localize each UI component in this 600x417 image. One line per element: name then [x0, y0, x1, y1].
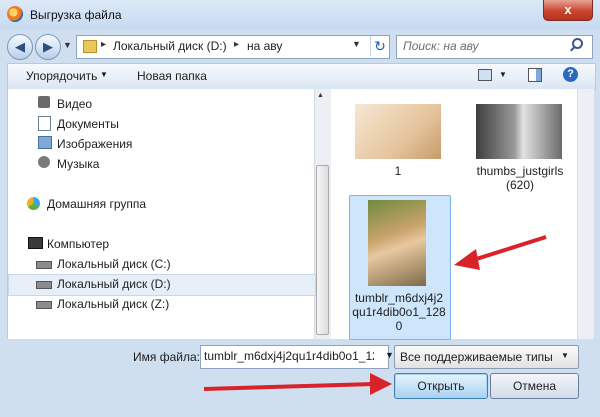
breadcrumb-separator-icon[interactable]: ▸ [234, 39, 239, 50]
chevron-down-icon[interactable]: ▼ [385, 350, 394, 360]
change-view-icon[interactable] [478, 69, 492, 81]
recent-pages-dropdown[interactable]: ▼ [63, 40, 72, 50]
address-dropdown-icon[interactable]: ▼ [352, 39, 361, 49]
sidebar-item-homegroup[interactable]: Домашняя группа [47, 197, 146, 211]
disk-icon [36, 301, 52, 309]
chevron-down-icon[interactable]: ▼ [561, 351, 569, 360]
close-button[interactable]: x [543, 0, 593, 21]
cancel-button[interactable]: Отмена [490, 373, 579, 399]
video-library-icon [38, 96, 50, 108]
file-caption-line2[interactable]: (620) [470, 178, 570, 192]
sidebar-item-computer[interactable]: Компьютер [47, 237, 109, 251]
file-list-scrollbar[interactable] [577, 89, 594, 339]
sidebar-item-video[interactable]: Видео [57, 97, 92, 111]
organize-button[interactable]: Упорядочить [26, 69, 97, 83]
refresh-button[interactable]: ↻ [370, 36, 389, 56]
file-caption-line3[interactable]: 0 [350, 319, 448, 333]
sidebar-item-disk-z[interactable]: Локальный диск (Z:) [57, 297, 169, 311]
open-button[interactable]: Открыть [394, 373, 488, 399]
scroll-up-icon[interactable]: ▲ [317, 92, 324, 99]
computer-icon [28, 237, 43, 249]
sidebar-item-disk-c[interactable]: Локальный диск (C:) [57, 257, 171, 271]
window-title: Выгрузка файла [30, 8, 122, 22]
forward-button[interactable]: ▶ [35, 34, 61, 60]
filename-label: Имя файла: [133, 350, 200, 364]
file-type-value[interactable]: Все поддерживаемые типы [400, 350, 553, 364]
folder-icon [83, 40, 97, 53]
breadcrumb-separator-icon[interactable]: ▸ [101, 39, 106, 50]
music-library-icon [38, 156, 50, 168]
navigation-scrollbar-thumb[interactable] [316, 165, 329, 335]
homegroup-icon [27, 197, 40, 210]
firefox-icon [7, 6, 23, 22]
disk-icon [36, 281, 52, 289]
back-button[interactable]: ◀ [7, 34, 33, 60]
breadcrumb-disk-d[interactable]: Локальный диск (D:) [113, 39, 227, 53]
file-caption[interactable]: tumblr_m6dxj4j2 [350, 291, 448, 305]
new-folder-button[interactable]: Новая папка [137, 69, 207, 83]
sidebar-item-pictures[interactable]: Изображения [57, 137, 132, 151]
sidebar-item-music[interactable]: Музыка [57, 157, 99, 171]
file-thumbnail[interactable] [355, 104, 441, 159]
documents-library-icon [38, 116, 51, 131]
search-placeholder: Поиск: на аву [403, 39, 479, 53]
sidebar-item-disk-d[interactable]: Локальный диск (D:) [57, 277, 171, 291]
breadcrumb-folder[interactable]: на аву [247, 39, 282, 53]
file-thumbnail[interactable] [368, 200, 426, 286]
file-caption[interactable]: 1 [350, 164, 446, 178]
file-caption-line2[interactable]: qu1r4dib0o1_128 [350, 305, 448, 319]
filename-value[interactable]: tumblr_m6dxj4j2qu1r4dib0o1_12 [204, 349, 374, 363]
chevron-down-icon[interactable]: ▼ [100, 70, 108, 79]
file-caption[interactable]: thumbs_justgirls [470, 164, 570, 178]
sidebar-item-documents[interactable]: Документы [57, 117, 119, 131]
pictures-library-icon [38, 136, 52, 149]
preview-pane-icon[interactable] [528, 68, 542, 82]
file-thumbnail[interactable] [476, 104, 562, 159]
arrow-to-open-button-icon [203, 373, 392, 395]
disk-icon [36, 261, 52, 269]
chevron-down-icon[interactable]: ▼ [499, 70, 507, 79]
help-icon[interactable]: ? [563, 67, 578, 82]
